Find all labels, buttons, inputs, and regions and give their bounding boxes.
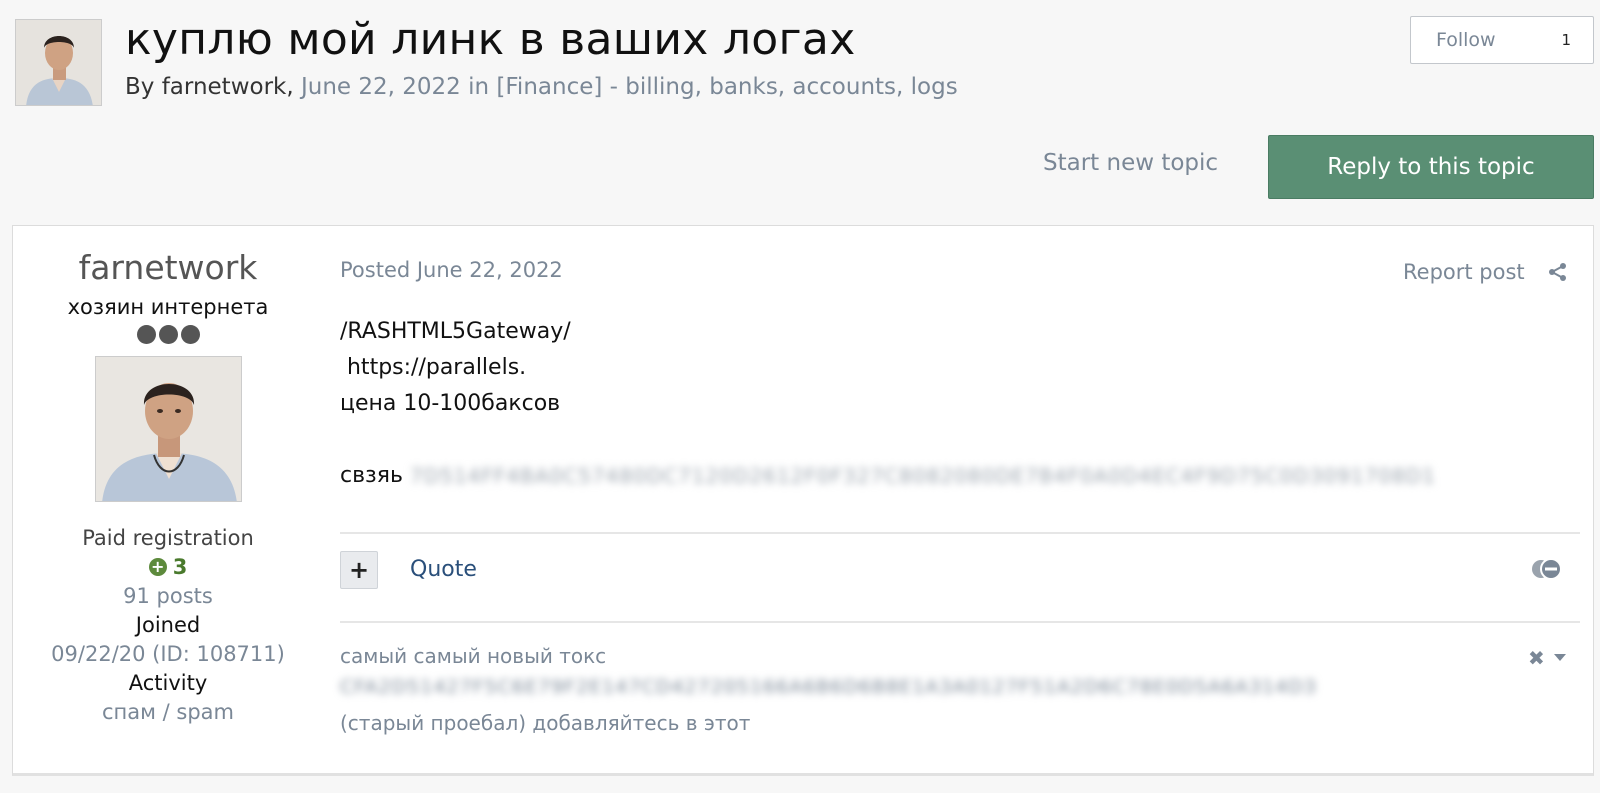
- report-post-link[interactable]: Report post: [1403, 260, 1525, 284]
- author-title: хозяин интернета: [67, 295, 269, 319]
- topic-date: June 22, 2022: [300, 74, 461, 100]
- signature-line: (старый проебал) добавляйтесь в этот: [340, 711, 751, 735]
- author-panel: farnetwork хозяин интернета Paid registr…: [33, 248, 303, 724]
- follower-count: 1: [1561, 31, 1571, 49]
- signature-divider: [340, 621, 1580, 623]
- signature-line: самый самый новый токс: [340, 644, 607, 668]
- joined-value: 09/22/20 (ID: 108711): [51, 642, 285, 666]
- share-icon[interactable]: [1548, 262, 1568, 282]
- contact-label: свзяь: [340, 463, 403, 488]
- plus-circle-icon: +: [148, 558, 167, 576]
- follow-label: Follow: [1436, 29, 1496, 51]
- topic-title: куплю мой линк в ваших логах: [125, 14, 856, 65]
- rank-pips: [33, 325, 303, 344]
- rank-pip: [180, 325, 200, 344]
- reaction-icon[interactable]: [1529, 557, 1565, 581]
- by-label: By: [125, 74, 155, 100]
- activity-value: спам / spam: [101, 700, 234, 724]
- author-name[interactable]: farnetwork: [33, 248, 303, 287]
- rank-pip: [136, 325, 156, 344]
- author-post-count[interactable]: 91 posts: [33, 584, 303, 608]
- topic-meta: By farnetwork, June 22, 2022 in [Finance…: [125, 74, 958, 100]
- quote-link[interactable]: Quote: [410, 557, 477, 582]
- signature-blurred: CFA2D51427F5C6E79F2E147CD427205166A6B6D6…: [340, 676, 1317, 698]
- topic-author-link[interactable]: farnetwork: [162, 74, 287, 100]
- in-label: in: [468, 74, 490, 100]
- post-content: /RASHTML5Gateway/ https://parallels. цен…: [340, 314, 1436, 494]
- post-card: farnetwork хозяин интернета Paid registr…: [12, 225, 1594, 776]
- activity-label: Activity: [128, 671, 208, 695]
- reputation-value: 3: [172, 555, 188, 579]
- post-spacer: [340, 422, 1436, 458]
- follow-button[interactable]: Follow 1: [1410, 16, 1594, 64]
- post-line: https://parallels.: [340, 355, 527, 380]
- joined-label: Joined: [135, 613, 201, 637]
- contact-blurred: 7D514FF4BA0C57480DC7120D2612F0F327C80820…: [409, 464, 1436, 488]
- reply-to-topic-button[interactable]: Reply to this topic: [1268, 135, 1594, 199]
- forum-link[interactable]: [Finance] - billing, banks, accounts, lo…: [496, 74, 957, 100]
- start-new-topic-link[interactable]: Start new topic: [1043, 150, 1218, 176]
- post-line: цена 10-100баксов: [340, 391, 561, 416]
- rank-pip: [158, 325, 178, 344]
- contact-line: свзяь 7D514FF4BA0C57480DC7120D2612F0F327…: [340, 458, 1436, 494]
- close-icon[interactable]: ✖: [1528, 646, 1545, 670]
- meta-comma: ,: [286, 74, 294, 100]
- post-date: Posted June 22, 2022: [340, 258, 563, 282]
- chevron-down-icon[interactable]: [1554, 654, 1566, 661]
- multiquote-button[interactable]: +: [340, 551, 378, 589]
- author-photo[interactable]: [94, 356, 242, 502]
- post-divider: [340, 532, 1580, 534]
- reputation: + 3: [33, 555, 303, 579]
- topic-author-avatar[interactable]: [15, 19, 102, 106]
- post-line: /RASHTML5Gateway/: [340, 319, 571, 344]
- author-group: Paid registration: [82, 526, 254, 550]
